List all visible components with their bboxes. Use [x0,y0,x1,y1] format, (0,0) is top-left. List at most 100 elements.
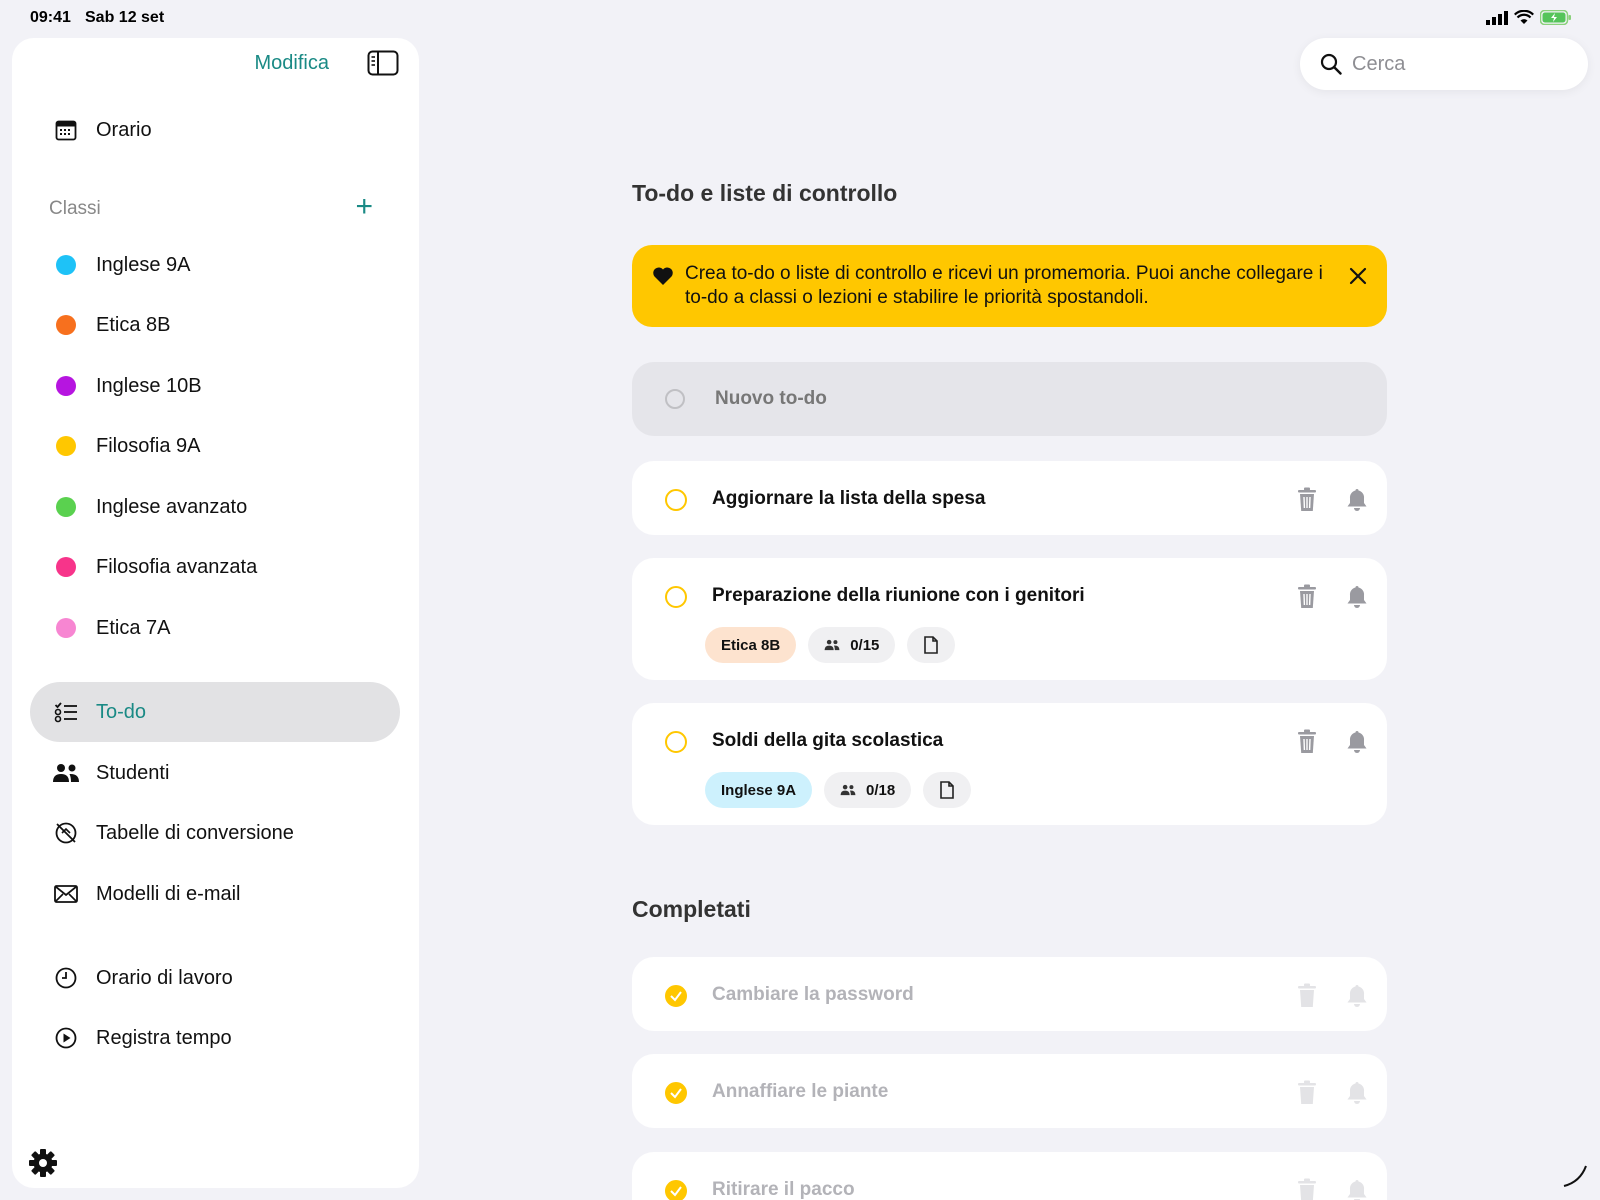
students-tag[interactable]: 0/15 [808,627,896,663]
class-color-dot [56,376,76,396]
sidebar-item-track-time[interactable]: Registra tempo [30,1008,400,1068]
status-date: Sab 12 set [85,9,165,26]
heart-icon [653,267,673,285]
trash-icon[interactable] [1295,1178,1319,1200]
conversion-icon [52,819,80,847]
sidebar-item-working-hours[interactable]: Orario di lavoro [30,948,400,1008]
trash-icon[interactable] [1295,487,1319,513]
checkmark-icon [670,1186,682,1197]
play-icon [52,1024,80,1052]
todo-title: Annaffiare le piante [712,1081,889,1102]
envelope-icon [52,880,80,908]
completed-section-title: Completati [632,896,751,922]
sidebar-item-class[interactable]: Inglese 10B [30,356,400,416]
completed-todo-item[interactable]: Ritirare il pacco [632,1152,1387,1200]
todo-checkbox-checked[interactable] [665,985,687,1007]
todo-tags: Inglese 9A 0/18 [705,772,972,808]
sidebar-item-email-templates[interactable]: Modelli di e-mail [30,864,400,924]
todo-item[interactable]: Soldi della gita scolastica Inglese 9A 0… [632,703,1387,825]
completed-todo-item[interactable]: Cambiare la password [632,957,1387,1031]
people-icon [840,784,856,796]
people-icon [52,759,80,787]
trash-icon[interactable] [1295,1080,1319,1106]
class-color-dot [56,315,76,335]
people-icon [824,639,840,651]
trash-icon[interactable] [1295,729,1319,755]
sidebar-item-class[interactable]: Inglese 9A [30,235,400,295]
sidebar-item-label: Filosofia 9A [96,434,201,457]
sidebar-item-class[interactable]: Etica 8B [30,295,400,355]
sidebar-item-students[interactable]: Studenti [30,743,400,803]
sidebar-item-label: Registra tempo [96,1026,232,1049]
checkmark-icon [670,991,682,1002]
sidebar-item-label: Inglese 10B [96,374,202,397]
sidebar-item-label: Inglese 9A [96,253,191,276]
bell-icon[interactable] [1345,584,1369,610]
class-color-dot [56,557,76,577]
checklist-icon [52,698,80,726]
add-class-button[interactable]: + [355,192,373,222]
status-time: 09:41 [30,9,71,26]
bell-icon[interactable] [1345,983,1369,1009]
edit-button[interactable]: Modifica [255,52,329,75]
class-tag[interactable]: Inglese 9A [705,772,813,808]
trash-icon[interactable] [1295,584,1319,610]
students-count: 0/15 [850,636,880,654]
todo-item[interactable]: Aggiornare la lista della spesa [632,461,1387,535]
sidebar-item-class[interactable]: Filosofia avanzata [30,537,400,597]
todo-checkbox[interactable] [665,586,687,608]
sidebar-item-label: Studenti [96,761,170,784]
new-todo-field[interactable]: Nuovo to-do [632,362,1387,436]
resize-corner-icon [1563,1165,1587,1187]
todo-title: Aggiornare la lista della spesa [712,488,986,509]
sidebar-item-label: Modelli di e-mail [96,882,241,905]
search-icon [1320,53,1342,75]
class-color-dot [56,618,76,638]
clock-icon [52,964,80,992]
class-color-dot [56,436,76,456]
sidebar-item-class[interactable]: Filosofia 9A [30,416,400,476]
bell-icon[interactable] [1345,1080,1369,1106]
new-todo-placeholder: Nuovo to-do [715,388,827,409]
class-color-dot [56,497,76,517]
sidebar-item-label: Orario di lavoro [96,966,233,989]
sidebar-item-schedule[interactable]: Orario [30,100,400,160]
page-title: To-do e liste di controllo [632,180,898,206]
todo-checkbox[interactable] [665,731,687,753]
close-icon[interactable] [1347,265,1369,287]
attachment-tag[interactable] [907,627,956,663]
battery-icon [1540,10,1571,25]
sidebar-item-conversion[interactable]: Tabelle di conversione [30,803,400,863]
bell-icon[interactable] [1345,487,1369,513]
trash-icon[interactable] [1295,983,1319,1009]
wifi-icon [1514,10,1534,24]
todo-title: Cambiare la password [712,984,914,1005]
class-tag[interactable]: Etica 8B [705,627,797,663]
search-input[interactable] [1352,52,1552,76]
todo-checkbox-checked[interactable] [665,1180,687,1200]
bell-icon[interactable] [1345,1178,1369,1200]
gear-icon[interactable] [28,1148,58,1178]
sidebar-item-class[interactable]: Inglese avanzato [30,477,400,537]
todo-item[interactable]: Preparazione della riunione con i genito… [632,558,1387,680]
completed-todo-item[interactable]: Annaffiare le piante [632,1054,1387,1128]
sidebar-item-label: Etica 7A [96,616,171,639]
students-tag[interactable]: 0/18 [824,772,912,808]
todo-checkbox-checked[interactable] [665,1082,687,1104]
document-icon [924,636,939,654]
document-icon [940,781,955,799]
attachment-tag[interactable] [923,772,972,808]
sidebar-item-todo[interactable]: To-do [30,682,400,742]
banner-text: Crea to-do o liste di controllo e ricevi… [685,263,1323,308]
search-bar[interactable] [1300,38,1588,90]
status-icons [1486,10,1572,25]
classes-section-title: Classi [49,198,101,219]
signal-icon [1486,10,1508,25]
bell-icon[interactable] [1345,729,1369,755]
todo-checkbox[interactable] [665,489,687,511]
new-todo-circle-icon [665,389,685,409]
sidebar-toggle-icon[interactable] [367,50,399,76]
calendar-icon [52,116,80,144]
sidebar-item-label: Etica 8B [96,313,171,336]
sidebar-item-class[interactable]: Etica 7A [30,598,400,658]
